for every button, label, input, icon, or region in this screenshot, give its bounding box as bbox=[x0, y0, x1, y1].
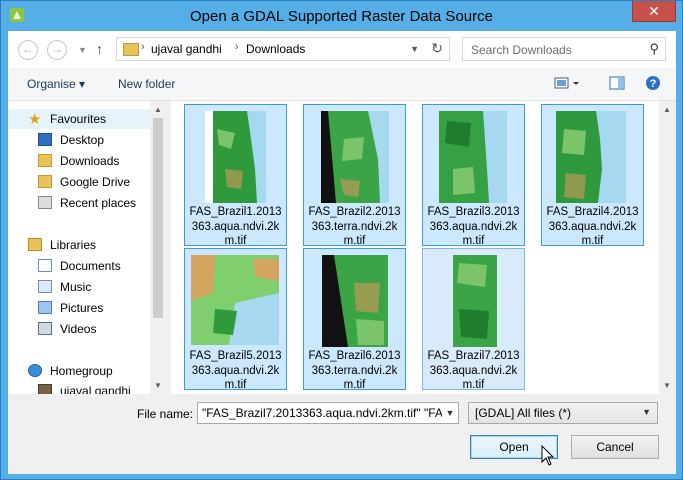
organise-button[interactable]: Organise ▾ bbox=[27, 77, 85, 91]
file-type-value: [GDAL] All files (*) bbox=[475, 406, 572, 420]
file-name-bar: File name: "FAS_Brazil7.2013363.aqua.ndv… bbox=[8, 395, 676, 474]
file-thumbnail bbox=[439, 111, 507, 203]
file-thumbnail bbox=[322, 255, 388, 347]
sidebar-item-libraries[interactable]: Libraries bbox=[8, 235, 150, 255]
desktop-icon bbox=[38, 133, 52, 146]
refresh-icon[interactable]: ↻ bbox=[431, 40, 443, 57]
help-icon[interactable]: ? bbox=[645, 75, 661, 91]
search-input[interactable]: Search Downloads bbox=[471, 43, 572, 57]
scroll-up-icon[interactable]: ▲ bbox=[154, 105, 162, 114]
file-name: FAS_Brazil3.2013363.aqua.ndvi.2km.tif bbox=[427, 206, 520, 247]
file-item-brazil1[interactable]: FAS_Brazil1.2013363.aqua.ndvi.2km.tif bbox=[184, 104, 287, 247]
file-thumbnail bbox=[556, 111, 626, 203]
music-icon bbox=[38, 280, 52, 293]
view-options-icon[interactable] bbox=[554, 75, 582, 91]
breadcrumb-separator-icon: › bbox=[141, 41, 145, 53]
homegroup-icon bbox=[28, 364, 42, 377]
chevron-down-icon[interactable]: ▼ bbox=[442, 403, 458, 423]
file-item-brazil5[interactable]: FAS_Brazil5.2013363.aqua.ndvi.2km.tif bbox=[184, 248, 287, 391]
breadcrumb-downloads[interactable]: Downloads bbox=[246, 42, 305, 56]
file-name-label: File name: bbox=[137, 407, 194, 421]
file-item-brazil7[interactable]: FAS_Brazil7.2013363.aqua.ndvi.2km.tif bbox=[422, 248, 525, 391]
folder-icon bbox=[123, 43, 139, 56]
file-name-field[interactable]: "FAS_Brazil7.2013363.aqua.ndvi.2km.tif" … bbox=[197, 402, 459, 424]
svg-text:?: ? bbox=[650, 78, 657, 90]
pictures-icon bbox=[38, 301, 52, 314]
sidebar-scrollbar[interactable]: ▲ ▼ bbox=[150, 101, 167, 394]
google-drive-folder-icon bbox=[38, 175, 52, 188]
file-name: FAS_Brazil1.2013363.aqua.ndvi.2km.tif bbox=[189, 206, 282, 247]
recent-locations-dropdown-icon[interactable]: ▼ bbox=[78, 45, 87, 55]
mouse-cursor-icon bbox=[541, 445, 555, 466]
file-name: FAS_Brazil7.2013363.aqua.ndvi.2km.tif bbox=[427, 350, 520, 391]
file-name: FAS_Brazil6.2013363.terra.ndvi.2km.tif bbox=[308, 350, 401, 391]
sidebar-item-downloads[interactable]: Downloads bbox=[8, 151, 150, 171]
user-avatar-icon bbox=[38, 384, 52, 394]
sidebar-scroll-thumb[interactable] bbox=[153, 118, 163, 318]
new-folder-button[interactable]: New folder bbox=[118, 77, 175, 91]
close-button[interactable]: ✕ bbox=[632, 1, 676, 22]
cancel-button[interactable]: Cancel bbox=[571, 435, 659, 459]
address-dropdown-icon[interactable]: ▼ bbox=[410, 44, 419, 54]
scroll-down-icon[interactable]: ▼ bbox=[154, 381, 162, 390]
sidebar-item-homegroup-user[interactable]: ujaval gandhi bbox=[8, 381, 150, 394]
file-thumbnail bbox=[191, 255, 279, 345]
scroll-up-icon[interactable]: ▲ bbox=[663, 105, 671, 114]
sidebar-item-documents[interactable]: Documents bbox=[8, 256, 150, 276]
file-name: FAS_Brazil2.2013363.terra.ndvi.2km.tif bbox=[308, 206, 401, 247]
file-type-select[interactable]: [GDAL] All files (*) ▼ bbox=[468, 402, 658, 424]
file-name-value: "FAS_Brazil7.2013363.aqua.ndvi.2km.tif" … bbox=[202, 406, 451, 420]
file-item-brazil6[interactable]: FAS_Brazil6.2013363.terra.ndvi.2km.tif bbox=[303, 248, 406, 391]
navigation-pane: ★ Favourites Desktop Downloads Google Dr… bbox=[8, 101, 167, 394]
file-list-scrollbar[interactable]: ▲ ▼ bbox=[659, 101, 676, 394]
sidebar-item-recent-places[interactable]: Recent places bbox=[8, 193, 150, 213]
scroll-down-icon[interactable]: ▼ bbox=[663, 381, 671, 390]
file-name: FAS_Brazil5.2013363.aqua.ndvi.2km.tif bbox=[189, 350, 282, 391]
file-list: FAS_Brazil1.2013363.aqua.ndvi.2km.tif FA… bbox=[171, 101, 676, 394]
downloads-folder-icon bbox=[38, 154, 52, 167]
back-arrow-icon[interactable]: ← bbox=[18, 40, 38, 60]
dialog-body: ← → ▼ ↑ › ujaval gandhi › Downloads ▼ ↻ … bbox=[8, 31, 676, 474]
sidebar-item-homegroup[interactable]: Homegroup bbox=[8, 361, 150, 381]
file-item-brazil2[interactable]: FAS_Brazil2.2013363.terra.ndvi.2km.tif bbox=[303, 104, 406, 247]
up-arrow-icon[interactable]: ↑ bbox=[96, 41, 103, 57]
documents-icon bbox=[38, 259, 52, 272]
file-thumbnail bbox=[453, 255, 497, 347]
recent-places-icon bbox=[38, 196, 52, 209]
title-bar[interactable]: Open a GDAL Supported Raster Data Source… bbox=[1, 1, 682, 31]
sidebar-item-desktop[interactable]: Desktop bbox=[8, 130, 150, 150]
sidebar-item-pictures[interactable]: Pictures bbox=[8, 298, 150, 318]
preview-pane-icon[interactable] bbox=[609, 75, 625, 91]
search-icon: ⚲ bbox=[649, 41, 659, 56]
videos-icon bbox=[38, 322, 52, 335]
file-thumbnail bbox=[205, 111, 266, 203]
command-toolbar: Organise ▾ New folder ? bbox=[8, 68, 676, 101]
star-icon: ★ bbox=[28, 111, 42, 128]
sidebar-item-videos[interactable]: Videos bbox=[8, 319, 150, 339]
sidebar-item-google-drive[interactable]: Google Drive bbox=[8, 172, 150, 192]
file-item-brazil4[interactable]: FAS_Brazil4.2013363.aqua.ndvi.2km.tif bbox=[541, 104, 644, 247]
sidebar-item-favourites[interactable]: ★ Favourites bbox=[8, 109, 150, 129]
dialog-window: Open a GDAL Supported Raster Data Source… bbox=[0, 0, 683, 480]
navigation-bar: ← → ▼ ↑ › ujaval gandhi › Downloads ▼ ↻ … bbox=[8, 31, 676, 68]
file-thumbnail bbox=[321, 111, 389, 203]
forward-arrow-icon[interactable]: → bbox=[47, 40, 67, 60]
libraries-icon bbox=[28, 238, 42, 251]
search-box[interactable]: Search Downloads ⚲ bbox=[462, 37, 666, 61]
window-title: Open a GDAL Supported Raster Data Source bbox=[190, 8, 493, 25]
chevron-down-icon: ▼ bbox=[642, 407, 651, 417]
file-item-brazil3[interactable]: FAS_Brazil3.2013363.aqua.ndvi.2km.tif bbox=[422, 104, 525, 247]
address-bar[interactable]: › ujaval gandhi › Downloads ▼ ↻ bbox=[116, 37, 450, 61]
breadcrumb-separator-icon: › bbox=[235, 41, 239, 53]
breadcrumb-user[interactable]: ujaval gandhi bbox=[151, 42, 222, 56]
file-name: FAS_Brazil4.2013363.aqua.ndvi.2km.tif bbox=[546, 206, 639, 247]
sidebar-item-music[interactable]: Music bbox=[8, 277, 150, 297]
